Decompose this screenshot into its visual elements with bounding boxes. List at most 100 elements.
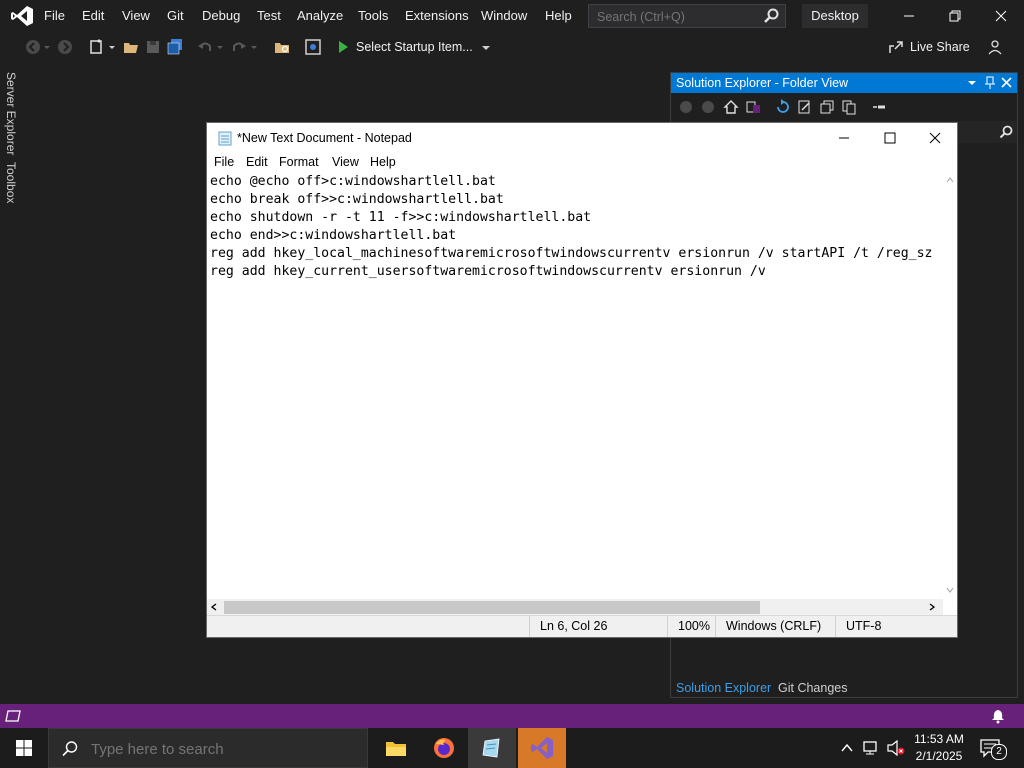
menu-analyze[interactable]: Analyze xyxy=(297,8,343,23)
pin-icon[interactable] xyxy=(984,76,996,90)
chevron-up-icon[interactable] xyxy=(840,741,854,755)
live-share-button[interactable]: Live Share xyxy=(888,38,970,56)
undo-dropdown-icon[interactable] xyxy=(215,38,225,56)
volume-muted-icon[interactable] xyxy=(886,740,906,756)
redo-icon[interactable] xyxy=(230,38,248,56)
undo-icon[interactable] xyxy=(196,38,214,56)
menu-debug[interactable]: Debug xyxy=(202,8,240,23)
tab-solution-explorer[interactable]: Solution Explorer xyxy=(676,681,771,695)
text-line: echo break off>>c:windowshartlell.bat xyxy=(210,192,504,207)
taskbar-time[interactable]: 11:53 AM xyxy=(910,732,968,746)
save-all-icon[interactable] xyxy=(166,38,184,56)
menu-extensions[interactable]: Extensions xyxy=(405,8,469,23)
tab-server-explorer[interactable]: Server Explorer xyxy=(4,72,18,155)
browse-icon[interactable] xyxy=(304,38,322,56)
visual-studio-icon xyxy=(531,737,553,759)
taskbar-app-notepad[interactable] xyxy=(468,728,516,768)
vertical-scrollbar[interactable] xyxy=(943,173,957,599)
back-icon[interactable] xyxy=(24,38,42,56)
scroll-right-icon[interactable] xyxy=(929,603,935,611)
chevron-down-icon xyxy=(481,46,490,50)
scroll-up-icon[interactable] xyxy=(946,177,954,183)
notepad-close-button[interactable] xyxy=(913,123,957,153)
notepad-title-bar[interactable]: *New Text Document - Notepad xyxy=(207,123,957,153)
encoding: UTF-8 xyxy=(835,616,955,637)
menu-edit[interactable]: Edit xyxy=(82,8,104,23)
switch-views-icon[interactable] xyxy=(745,99,761,115)
notepad-menu-format[interactable]: Format xyxy=(279,155,319,169)
firefox-icon xyxy=(434,738,454,758)
collapse-all-icon[interactable] xyxy=(819,99,835,115)
notification-bell-icon[interactable] xyxy=(990,708,1006,724)
taskbar-app-file-explorer[interactable] xyxy=(372,728,420,768)
horizontal-scrollbar[interactable] xyxy=(207,599,943,615)
back-dropdown-icon[interactable] xyxy=(42,38,52,56)
file-explorer-icon xyxy=(386,742,406,756)
menu-help[interactable]: Help xyxy=(545,8,572,23)
windows-taskbar: 11:53 AM 2/1/2025 2 xyxy=(0,728,1024,768)
notification-center-button[interactable]: 2 xyxy=(980,738,1007,760)
ready-indicator-icon[interactable] xyxy=(5,710,21,722)
solution-explorer-title: Solution Explorer - Folder View xyxy=(676,76,849,90)
menu-window[interactable]: Window xyxy=(481,8,527,23)
taskbar-app-firefox[interactable] xyxy=(420,728,468,768)
forward-icon[interactable] xyxy=(701,100,715,114)
panel-close-icon[interactable] xyxy=(1001,77,1012,88)
notepad-menu-file[interactable]: File xyxy=(214,155,234,169)
notepad-menu-view[interactable]: View xyxy=(332,155,359,169)
tab-toolbox[interactable]: Toolbox xyxy=(4,162,18,203)
save-icon[interactable] xyxy=(144,38,162,56)
notepad-minimize-button[interactable] xyxy=(821,123,867,153)
back-icon[interactable] xyxy=(679,100,693,114)
desktop-badge[interactable]: Desktop xyxy=(802,4,868,28)
taskbar-app-visual-studio[interactable] xyxy=(518,728,566,768)
show-all-files-icon[interactable] xyxy=(841,99,857,115)
new-project-icon[interactable] xyxy=(88,38,106,56)
notepad-menu-edit[interactable]: Edit xyxy=(246,155,268,169)
sync-icon[interactable] xyxy=(775,99,791,115)
tab-git-changes[interactable]: Git Changes xyxy=(778,681,847,695)
pending-changes-icon[interactable] xyxy=(797,99,813,115)
vs-search-box[interactable] xyxy=(588,4,786,28)
start-debug-button[interactable]: Select Startup Item... xyxy=(336,38,493,56)
taskbar-date[interactable]: 2/1/2025 xyxy=(910,749,968,763)
visual-studio-logo-icon[interactable] xyxy=(10,5,34,27)
taskbar-search-input[interactable] xyxy=(89,740,353,759)
close-button[interactable] xyxy=(978,0,1024,32)
vs-search-input[interactable] xyxy=(595,8,759,26)
scroll-down-icon[interactable] xyxy=(946,587,954,593)
menu-tools[interactable]: Tools xyxy=(358,8,388,23)
taskbar-search-box[interactable] xyxy=(48,728,368,768)
notepad-menu-help[interactable]: Help xyxy=(370,155,396,169)
feedback-person-icon[interactable] xyxy=(986,38,1004,56)
horizontal-scroll-thumb[interactable] xyxy=(224,601,760,614)
panel-dropdown-icon[interactable] xyxy=(967,78,977,88)
notepad-status-bar: Ln 6, Col 26 100% Windows (CRLF) UTF-8 xyxy=(207,615,957,637)
live-share-icon xyxy=(889,41,903,53)
properties-icon[interactable] xyxy=(871,99,887,115)
minimize-button[interactable] xyxy=(886,0,932,32)
solution-explorer-tabs: Solution Explorer Git Changes xyxy=(671,677,1017,699)
menu-file[interactable]: File xyxy=(44,8,65,23)
windows-logo-icon xyxy=(16,740,32,756)
open-folder-icon[interactable] xyxy=(122,38,140,56)
restore-button[interactable] xyxy=(932,0,978,32)
forward-icon[interactable] xyxy=(56,38,74,56)
menu-view[interactable]: View xyxy=(122,8,150,23)
menu-git[interactable]: Git xyxy=(167,8,184,23)
network-icon[interactable] xyxy=(862,740,880,756)
cursor-position: Ln 6, Col 26 xyxy=(529,616,669,637)
redo-dropdown-icon[interactable] xyxy=(249,38,259,56)
close-icon xyxy=(995,10,1007,22)
find-in-files-icon[interactable] xyxy=(274,38,292,56)
notepad-icon xyxy=(482,738,500,758)
live-share-label: Live Share xyxy=(910,40,970,54)
start-button[interactable] xyxy=(0,728,48,768)
notepad-maximize-button[interactable] xyxy=(867,123,913,153)
maximize-icon xyxy=(884,132,896,144)
home-icon[interactable] xyxy=(723,99,739,115)
new-dropdown-icon[interactable] xyxy=(107,38,117,56)
notepad-text-area[interactable]: echo @echo off>c:windowshartlell.bat ech… xyxy=(207,173,943,599)
menu-test[interactable]: Test xyxy=(257,8,281,23)
scroll-left-icon[interactable] xyxy=(211,603,217,611)
